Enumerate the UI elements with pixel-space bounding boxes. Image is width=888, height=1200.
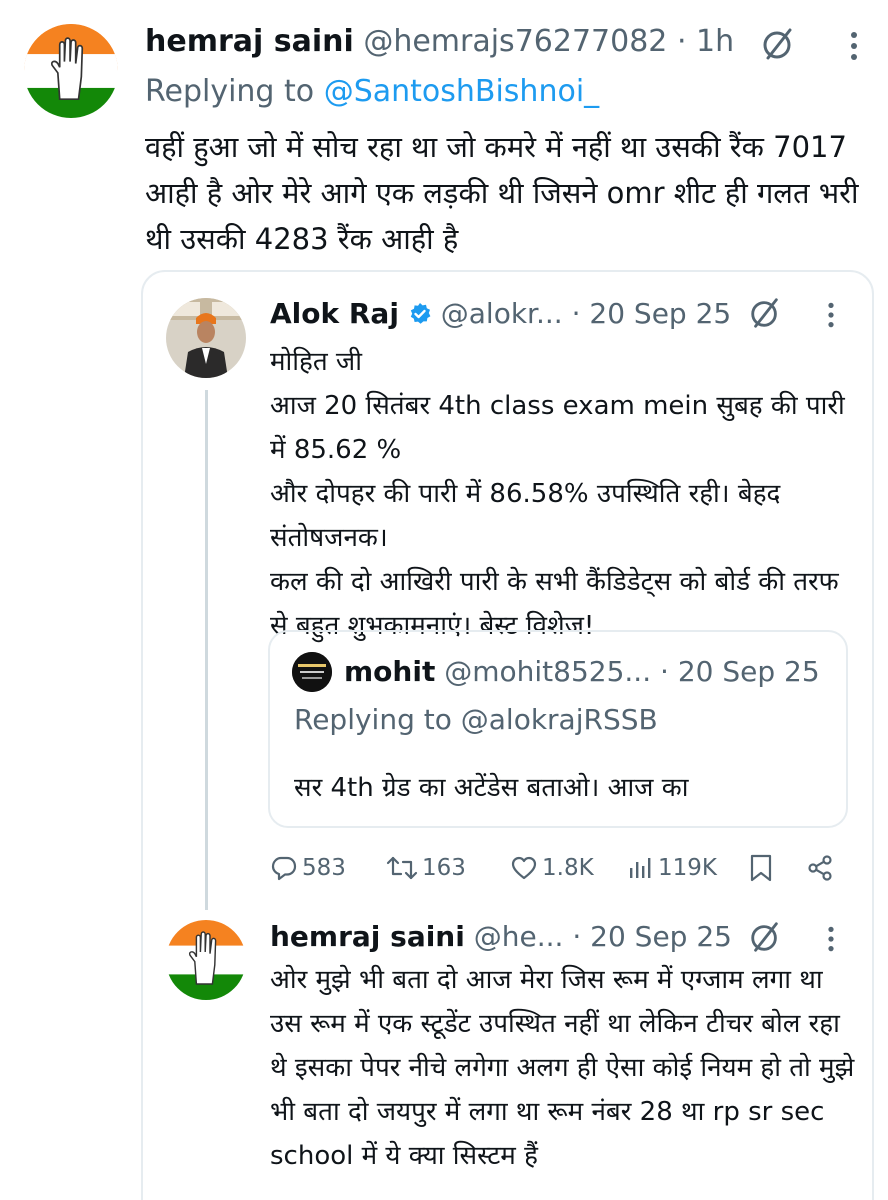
profile-photo xyxy=(292,652,332,692)
tweet-line: आज 20 सितंबर 4th class exam mein सुबह की… xyxy=(270,391,845,465)
reply-tweet-header: hemraj saini @he... · 20 Sep 25 xyxy=(270,915,732,959)
profile-photo xyxy=(166,298,246,378)
views-count: 119K xyxy=(658,855,717,881)
nested-quote-header: mohit @mohit8525... · 20 Sep 25 xyxy=(344,650,820,694)
tweet-text: वहीं हुआ जो में सोच रहा था जो कमरे में न… xyxy=(145,130,859,256)
bookmark-button[interactable] xyxy=(748,846,774,890)
nested-quote-text: सर 4th ग्रेड का अटेंडेस बताओ। आज का xyxy=(294,773,689,803)
author-handle[interactable]: @alokr... xyxy=(441,297,563,330)
quoted-tweet-header: Alok Raj @alokr... · 20 Sep 25 xyxy=(270,292,731,336)
replying-to: Replying to @alokrajRSSB xyxy=(294,698,658,742)
author-handle[interactable]: @hemrajs76277082 xyxy=(363,24,667,59)
action-bar: 583 163 1.8K 119K xyxy=(270,846,840,890)
share-button[interactable] xyxy=(806,846,834,890)
grok-slash-circle-icon[interactable] xyxy=(748,920,782,954)
author-handle[interactable]: @he... xyxy=(474,920,564,953)
author-name[interactable]: mohit xyxy=(344,655,435,688)
author-name[interactable]: hemraj saini xyxy=(270,920,465,953)
replying-to-handle: @alokrajRSSB xyxy=(460,703,658,736)
replying-to-handle[interactable]: @SantoshBishnoi_ xyxy=(324,74,599,109)
verified-badge-icon xyxy=(410,303,431,324)
grok-slash-circle-icon[interactable] xyxy=(748,296,782,330)
avatar[interactable] xyxy=(166,298,246,378)
avatar[interactable] xyxy=(292,652,332,692)
congress-hand-logo xyxy=(24,24,118,118)
tweet-line: और दोपहर की पारी में 86.58% उपस्थिति रही… xyxy=(270,479,781,553)
timestamp[interactable]: · 20 Sep 25 xyxy=(572,920,732,953)
avatar[interactable] xyxy=(24,24,118,118)
author-handle[interactable]: @mohit8525... xyxy=(444,655,651,688)
grok-slash-circle-icon[interactable] xyxy=(760,26,796,62)
author-name[interactable]: hemraj saini xyxy=(145,24,354,59)
quoted-tweet-text: मोहित जी आज 20 सितंबर 4th class exam mei… xyxy=(270,340,855,648)
repost-count: 163 xyxy=(422,855,466,881)
repost-icon xyxy=(386,856,418,880)
views-button[interactable]: 119K xyxy=(626,846,717,890)
repost-button[interactable]: 163 xyxy=(386,846,466,890)
timestamp[interactable]: · 1h xyxy=(677,24,734,59)
timestamp[interactable]: · 20 Sep 25 xyxy=(660,655,820,688)
reply-button[interactable]: 583 xyxy=(270,846,346,890)
replying-to-label: Replying to xyxy=(145,74,315,109)
congress-hand-logo xyxy=(166,920,246,1000)
more-vertical-icon[interactable] xyxy=(824,924,838,954)
replying-to-label: Replying to xyxy=(294,703,452,736)
tweet-line: मोहित जी xyxy=(270,347,362,377)
like-count: 1.8K xyxy=(542,855,594,881)
views-bar-icon xyxy=(630,858,651,878)
timestamp[interactable]: · 20 Sep 25 xyxy=(572,297,732,330)
tweet-header: hemraj saini @hemrajs76277082 · 1h xyxy=(145,20,734,64)
reply-count: 583 xyxy=(302,855,346,881)
avatar[interactable] xyxy=(166,920,246,1000)
share-icon xyxy=(808,855,832,881)
more-vertical-icon[interactable] xyxy=(846,30,862,62)
bookmark-icon xyxy=(750,854,772,882)
reply-tweet-text: ओर मुझे भी बता दो आज मेरा जिस रूम में एग… xyxy=(270,965,855,1171)
thread-line xyxy=(205,390,208,910)
like-button[interactable]: 1.8K xyxy=(510,846,594,890)
more-vertical-icon[interactable] xyxy=(824,300,838,330)
comment-icon xyxy=(271,856,297,881)
replying-to: Replying to @SantoshBishnoi_ xyxy=(145,70,599,114)
author-name[interactable]: Alok Raj xyxy=(270,297,399,330)
heart-icon xyxy=(511,856,537,880)
